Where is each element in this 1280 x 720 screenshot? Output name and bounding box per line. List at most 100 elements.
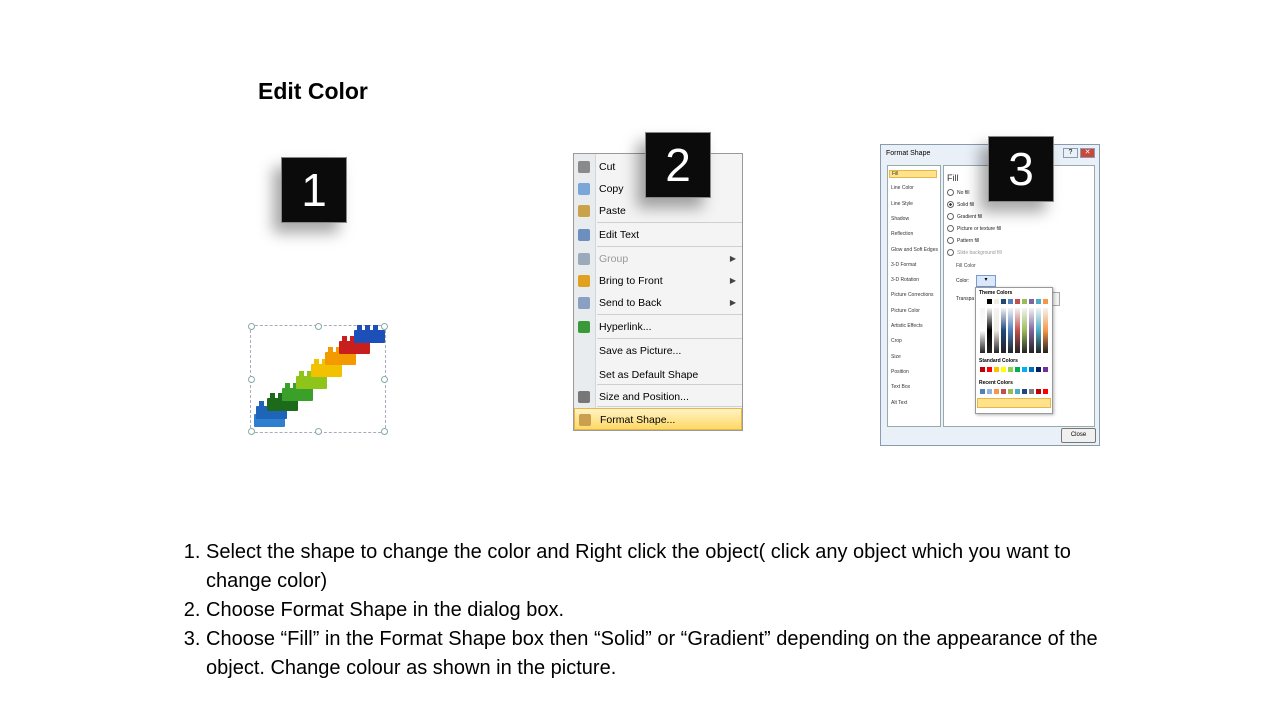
category-line-color[interactable]: Line Color: [891, 185, 914, 191]
color-swatch[interactable]: [980, 367, 985, 372]
color-swatch[interactable]: [987, 367, 992, 372]
color-swatch[interactable]: [1043, 299, 1048, 304]
fill-option-solid-fill[interactable]: Solid fill: [947, 201, 974, 208]
color-shade-column[interactable]: [1008, 308, 1013, 353]
color-shade-column[interactable]: [980, 308, 985, 353]
menu-item-bring-to-front[interactable]: Bring to Front ▶: [574, 270, 742, 292]
color-swatch[interactable]: [1015, 299, 1020, 304]
category-fill[interactable]: Fill: [889, 170, 937, 178]
color-swatch[interactable]: [980, 299, 985, 304]
color-swatch[interactable]: [1022, 299, 1027, 304]
color-shade-column[interactable]: [1015, 308, 1020, 353]
category-glow-and-soft-edges[interactable]: Glow and Soft Edges: [891, 247, 938, 253]
resize-handle[interactable]: [381, 428, 388, 435]
color-swatch[interactable]: [1022, 367, 1027, 372]
category-text-box[interactable]: Text Box: [891, 384, 910, 390]
color-shade-column[interactable]: [1036, 308, 1041, 353]
resize-handle[interactable]: [315, 428, 322, 435]
resize-handle[interactable]: [248, 376, 255, 383]
color-swatch[interactable]: [1001, 389, 1006, 394]
category-artistic-effects[interactable]: Artistic Effects: [891, 323, 923, 329]
category-line-style[interactable]: Line Style: [891, 201, 913, 207]
color-shade-column[interactable]: [1043, 308, 1048, 353]
color-swatch[interactable]: [980, 389, 985, 394]
color-swatch[interactable]: [1029, 389, 1034, 394]
radio-icon: [947, 237, 954, 244]
color-swatch[interactable]: [1036, 367, 1041, 372]
menu-item-set-as-default-shape[interactable]: Set as Default Shape: [574, 364, 742, 386]
menu-item-hyperlink[interactable]: Hyperlink...: [574, 316, 742, 338]
menu-item-send-to-back[interactable]: Send to Back ▶: [574, 292, 742, 314]
category-reflection[interactable]: Reflection: [891, 231, 913, 237]
help-button[interactable]: ?: [1063, 148, 1078, 158]
fill-option-gradient-fill[interactable]: Gradient fill: [947, 213, 982, 220]
resize-handle[interactable]: [381, 376, 388, 383]
color-swatch[interactable]: [1036, 299, 1041, 304]
color-shade-column[interactable]: [987, 308, 992, 353]
bring-front-icon: [578, 275, 590, 287]
more-colors-item[interactable]: [977, 398, 1051, 408]
menu-item-save-as-picture[interactable]: Save as Picture...: [574, 340, 742, 362]
menu-item-group[interactable]: Group ▶: [574, 248, 742, 270]
fill-option-label: Picture or texture fill: [957, 225, 1002, 232]
menu-item-format-shape[interactable]: Format Shape...: [574, 408, 742, 430]
lego-brick[interactable]: [311, 359, 342, 377]
menu-item-edit-text[interactable]: Edit Text: [574, 224, 742, 246]
fill-option-pattern-fill[interactable]: Pattern fill: [947, 237, 979, 244]
color-swatch[interactable]: [1001, 299, 1006, 304]
color-swatch[interactable]: [1015, 389, 1020, 394]
color-shade-column[interactable]: [1022, 308, 1027, 353]
color-swatch[interactable]: [987, 299, 992, 304]
resize-handle[interactable]: [315, 323, 322, 330]
globe-link-icon: [578, 321, 590, 333]
color-shade-column[interactable]: [1001, 308, 1006, 353]
recent-colors-label: Recent Colors: [979, 380, 1013, 386]
category-3-d-rotation[interactable]: 3-D Rotation: [891, 277, 919, 283]
color-swatch[interactable]: [1029, 299, 1034, 304]
color-swatch[interactable]: [1036, 389, 1041, 394]
color-swatch[interactable]: [994, 389, 999, 394]
category-position[interactable]: Position: [891, 369, 909, 375]
color-swatch[interactable]: [1001, 367, 1006, 372]
menu-item-paste[interactable]: Paste: [574, 200, 742, 222]
color-swatch[interactable]: [994, 367, 999, 372]
resize-handle[interactable]: [381, 323, 388, 330]
color-swatch[interactable]: [1015, 367, 1020, 372]
menu-item-size-and-position[interactable]: Size and Position...: [574, 386, 742, 408]
fill-option-slide-background-fill[interactable]: Slide background fill: [947, 249, 1002, 256]
category-shadow[interactable]: Shadow: [891, 216, 909, 222]
color-swatch[interactable]: [1043, 389, 1048, 394]
fill-option-no-fill[interactable]: No fill: [947, 189, 970, 196]
lego-brick[interactable]: [282, 383, 313, 401]
color-swatch[interactable]: [1043, 367, 1048, 372]
lego-brick[interactable]: [296, 371, 327, 389]
fill-option-label: Gradient fill: [957, 213, 983, 220]
fill-option-label: No fill: [957, 189, 970, 196]
color-swatch[interactable]: [1022, 389, 1027, 394]
resize-handle[interactable]: [248, 323, 255, 330]
color-shade-column[interactable]: [1029, 308, 1034, 353]
category-crop[interactable]: Crop: [891, 338, 902, 344]
close-button[interactable]: Close: [1061, 428, 1096, 443]
dialog-close-icon[interactable]: ✕: [1080, 148, 1095, 158]
category-list: Fill Line Color Line Style Shadow Reflection…: [887, 165, 941, 427]
color-swatch[interactable]: [1008, 389, 1013, 394]
category-3-d-format[interactable]: 3-D Format: [891, 262, 916, 268]
color-swatch[interactable]: [994, 299, 999, 304]
category-size[interactable]: Size: [891, 354, 901, 360]
resize-handle[interactable]: [248, 428, 255, 435]
category-alt-text[interactable]: Alt Text: [891, 400, 907, 406]
lego-brick[interactable]: [354, 325, 385, 343]
color-swatch[interactable]: [1008, 367, 1013, 372]
standard-colors-label: Standard Colors: [979, 358, 1018, 364]
menu-separator: [597, 246, 742, 247]
color-swatch[interactable]: [1008, 299, 1013, 304]
color-swatch[interactable]: [1029, 367, 1034, 372]
color-picker-button[interactable]: ▾: [976, 275, 996, 287]
color-swatch[interactable]: [987, 389, 992, 394]
brick-staircase-selection[interactable]: [248, 323, 388, 435]
color-shade-column[interactable]: [994, 308, 999, 353]
fill-option-picture-or-texture-fill[interactable]: Picture or texture fill: [947, 225, 1001, 232]
category-picture-color[interactable]: Picture Color: [891, 308, 920, 314]
category-picture-corrections[interactable]: Picture Corrections: [891, 292, 934, 298]
